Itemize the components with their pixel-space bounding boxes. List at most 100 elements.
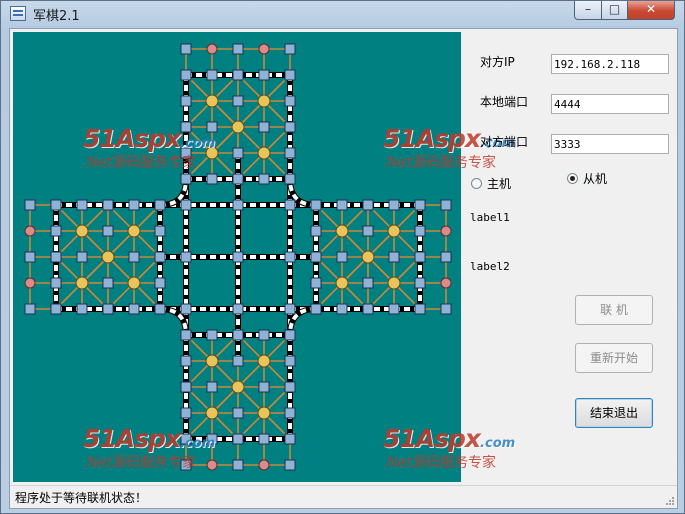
station-post xyxy=(50,303,62,315)
camp-post xyxy=(231,380,245,394)
station-post xyxy=(284,147,296,159)
station-post xyxy=(284,199,296,211)
station-post xyxy=(206,329,218,341)
client-area: 51Aspx.com .Net源码服务专家 51Aspx.com .Net源码服… xyxy=(9,28,678,509)
station-post xyxy=(154,251,166,263)
station-post xyxy=(232,147,244,159)
camp-post xyxy=(387,276,401,290)
station-post xyxy=(180,407,192,419)
station-post xyxy=(128,251,140,263)
station-post xyxy=(206,381,218,393)
station-post xyxy=(180,459,192,471)
app-icon[interactable] xyxy=(10,6,26,21)
local-port-input[interactable] xyxy=(551,94,669,114)
station-post xyxy=(258,433,270,445)
camp-post xyxy=(101,250,115,264)
station-post xyxy=(76,303,88,315)
title-bar[interactable]: 军棋2.1 – □ ✕ xyxy=(1,1,684,27)
camp-post xyxy=(361,250,375,264)
station-post xyxy=(180,355,192,367)
peer-port-label: 对方端口 xyxy=(480,135,529,149)
station-post xyxy=(232,303,244,315)
client-radio[interactable]: 从机 xyxy=(567,170,607,187)
radio-unchecked-icon xyxy=(471,178,482,189)
station-post xyxy=(310,277,322,289)
game-board[interactable]: 51Aspx.com .Net源码服务专家 51Aspx.com .Net源码服… xyxy=(13,32,515,482)
station-post xyxy=(180,173,192,185)
exit-button[interactable]: 结束退出 xyxy=(575,398,653,428)
station-post xyxy=(284,69,296,81)
maximize-button[interactable]: □ xyxy=(601,1,628,20)
station-post xyxy=(232,407,244,419)
station-post xyxy=(102,225,114,237)
station-post xyxy=(102,199,114,211)
station-post xyxy=(414,199,426,211)
camp-post xyxy=(75,276,89,290)
watermark-suffix: .com xyxy=(480,436,516,451)
station-post xyxy=(24,251,36,263)
station-post xyxy=(284,43,296,55)
headquarters-post xyxy=(258,43,270,55)
peer-ip-input[interactable] xyxy=(551,54,669,74)
host-radio-label: 主机 xyxy=(487,177,512,191)
camp-post xyxy=(205,146,219,160)
station-post xyxy=(284,329,296,341)
camp-post xyxy=(257,94,271,108)
host-radio[interactable]: 主机 xyxy=(471,175,511,192)
camp-post xyxy=(205,94,219,108)
camp-post xyxy=(75,224,89,238)
status-text: 程序处于等待联机状态！ xyxy=(15,491,148,505)
camp-post xyxy=(231,120,245,134)
station-post xyxy=(154,225,166,237)
station-post xyxy=(154,303,166,315)
camp-post xyxy=(127,224,141,238)
minimize-button[interactable]: – xyxy=(574,1,602,20)
headquarters-post xyxy=(206,459,218,471)
station-post xyxy=(180,43,192,55)
station-post xyxy=(102,277,114,289)
camp-post xyxy=(257,354,271,368)
window-title: 军棋2.1 xyxy=(33,9,80,24)
connect-button[interactable]: 联 机 xyxy=(575,295,653,325)
radio-checked-icon xyxy=(567,173,578,184)
station-post xyxy=(284,407,296,419)
camp-post xyxy=(205,406,219,420)
board-canvas[interactable] xyxy=(13,32,461,482)
station-post xyxy=(362,303,374,315)
headquarters-post xyxy=(440,225,452,237)
station-post xyxy=(180,303,192,315)
station-post xyxy=(76,199,88,211)
close-button[interactable]: ✕ xyxy=(627,1,675,20)
camp-post xyxy=(257,146,271,160)
headquarters-post xyxy=(206,43,218,55)
station-post xyxy=(284,433,296,445)
client-radio-label: 从机 xyxy=(583,172,608,186)
station-post xyxy=(50,225,62,237)
resize-grip-icon[interactable] xyxy=(665,496,675,506)
label2: label2 xyxy=(470,260,510,273)
station-post xyxy=(232,199,244,211)
station-post xyxy=(180,121,192,133)
station-post xyxy=(258,329,270,341)
station-post xyxy=(180,147,192,159)
station-post xyxy=(258,381,270,393)
camp-post xyxy=(387,224,401,238)
station-post xyxy=(336,251,348,263)
station-post xyxy=(232,433,244,445)
station-post xyxy=(50,277,62,289)
peer-port-input[interactable] xyxy=(551,134,669,154)
station-post xyxy=(284,355,296,367)
station-post xyxy=(414,303,426,315)
station-post xyxy=(128,303,140,315)
headquarters-post xyxy=(440,277,452,289)
local-port-label: 本地端口 xyxy=(480,95,529,109)
station-post xyxy=(284,173,296,185)
station-post xyxy=(180,95,192,107)
camp-post xyxy=(257,406,271,420)
station-post xyxy=(310,199,322,211)
station-post xyxy=(362,277,374,289)
headquarters-post xyxy=(24,225,36,237)
restart-button[interactable]: 重新开始 xyxy=(575,343,653,373)
station-post xyxy=(414,277,426,289)
station-post xyxy=(388,199,400,211)
